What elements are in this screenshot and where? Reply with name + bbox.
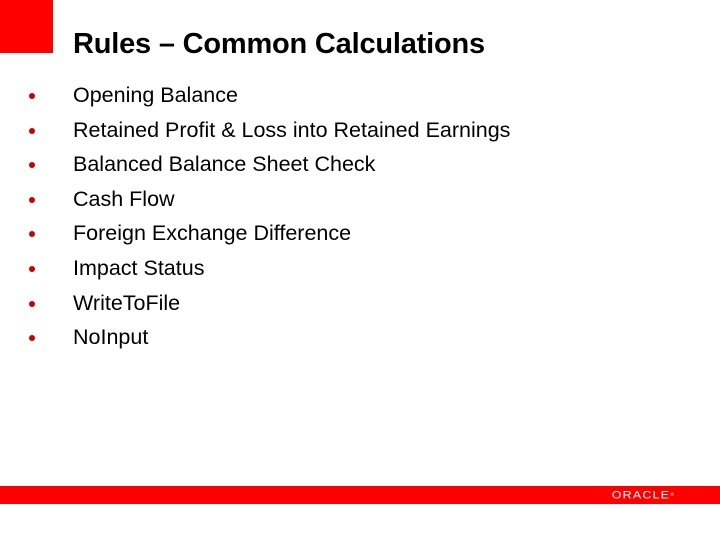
bullet-text: Opening Balance xyxy=(73,83,238,107)
bullet-dot-icon xyxy=(29,335,35,342)
bullet-dot-icon xyxy=(29,93,35,99)
oracle-logo-text: ORACLE xyxy=(611,488,671,502)
bullet-dot-icon xyxy=(29,265,35,272)
corner-accent-square xyxy=(0,0,53,53)
bullet-dot-icon xyxy=(29,196,35,203)
oracle-logo: ORACLE® xyxy=(612,488,674,502)
bullet-text: Foreign Exchange Difference xyxy=(73,221,352,246)
bullet-text: WriteToFile xyxy=(73,290,181,315)
bullet-dot-icon xyxy=(29,162,35,169)
registered-mark-icon: ® xyxy=(670,492,674,498)
slide-title: Rules – Common Calculations xyxy=(73,28,485,60)
bullet-dot-icon xyxy=(29,231,35,238)
bullet-text: Balanced Balance Sheet Check xyxy=(73,152,376,177)
bullet-text: Retained Profit & Loss into Retained Ear… xyxy=(73,117,511,142)
footer-bar: ORACLE® xyxy=(0,486,720,504)
bullet-text: NoInput xyxy=(73,325,149,350)
bullet-dot-icon xyxy=(29,127,35,134)
bullet-text: Cash Flow xyxy=(73,186,175,211)
bullet-dot-icon xyxy=(29,300,35,307)
bullet-text: Impact Status xyxy=(73,255,205,280)
